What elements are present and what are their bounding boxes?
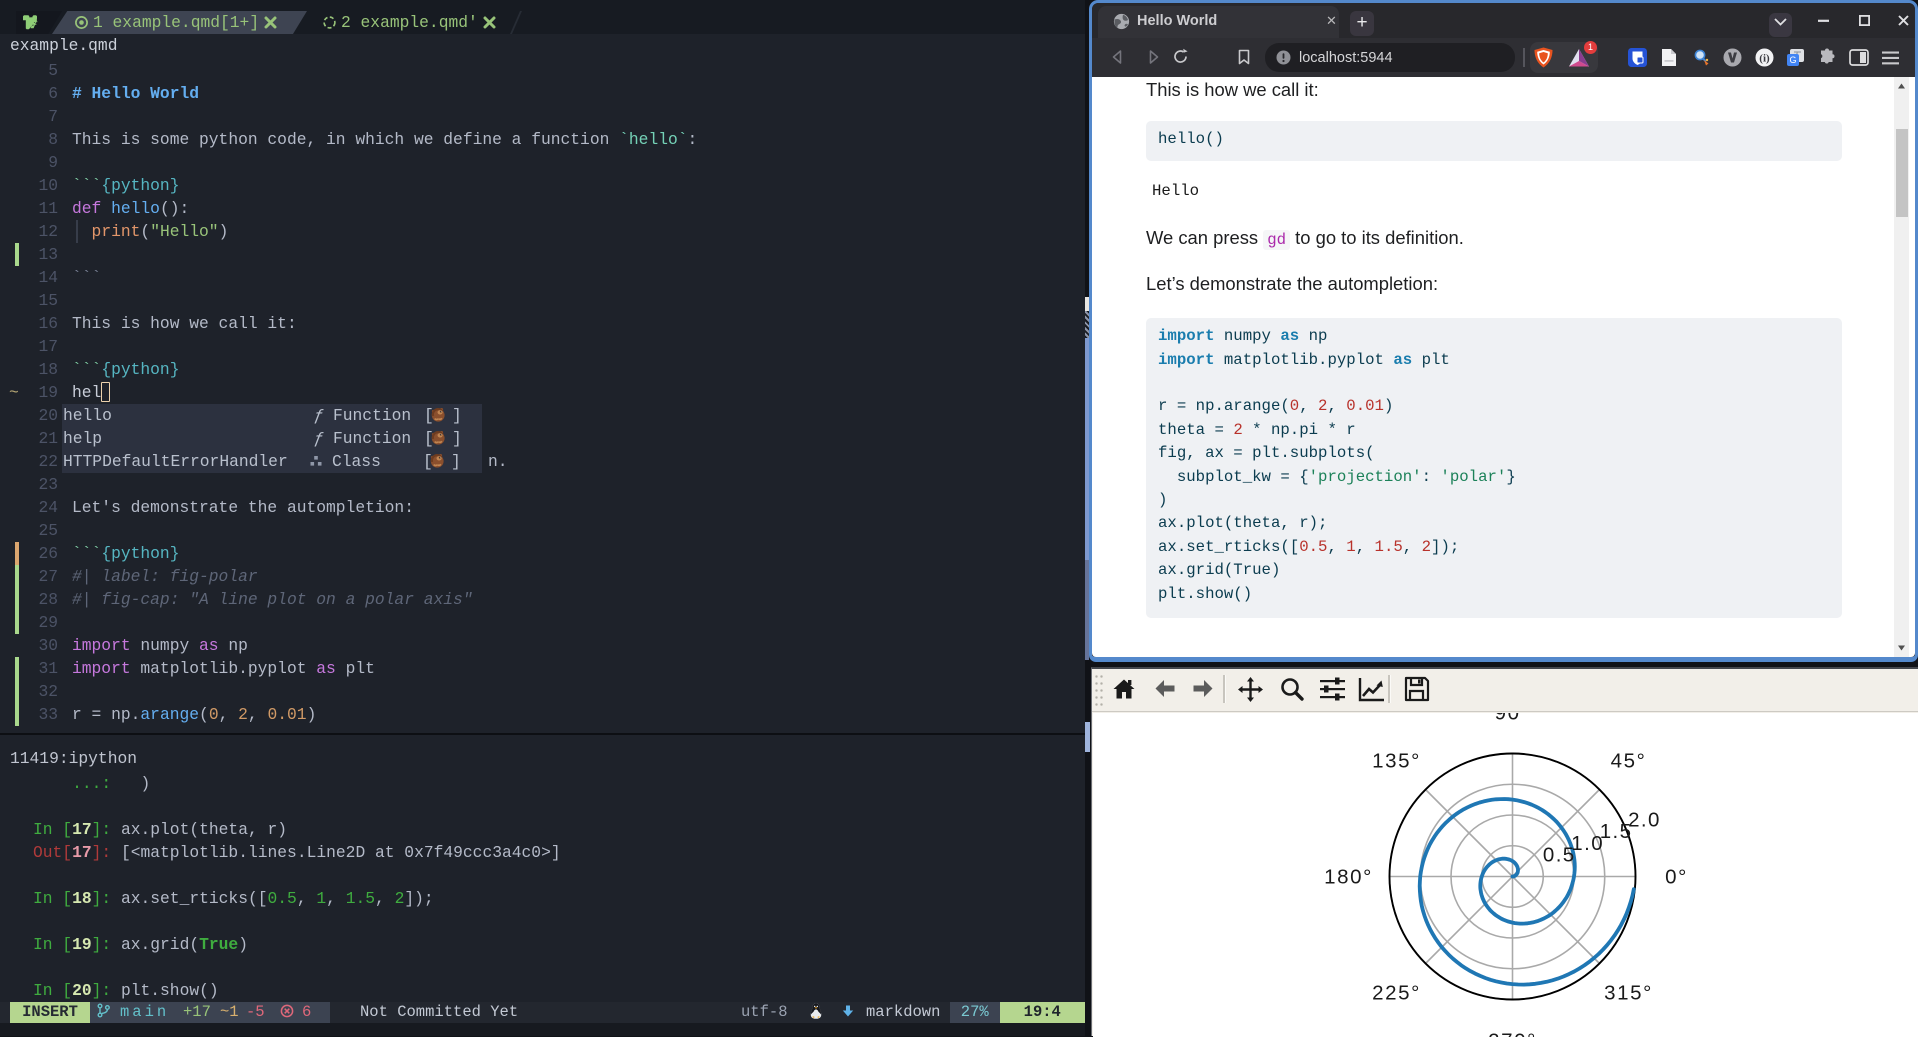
svg-text:45°: 45° [1611,750,1647,773]
svg-text:180°: 180° [1324,866,1373,889]
svg-text:2.0: 2.0 [1628,808,1661,831]
svg-text:G: G [1789,55,1796,65]
svg-text:135°: 135° [1372,750,1421,773]
svg-text:90°: 90° [1495,713,1531,725]
svg-text:315°: 315° [1604,982,1653,1005]
svg-text:(i): (i) [1759,53,1770,65]
svg-text:225°: 225° [1372,982,1421,1005]
svg-text:0°: 0° [1665,866,1688,889]
